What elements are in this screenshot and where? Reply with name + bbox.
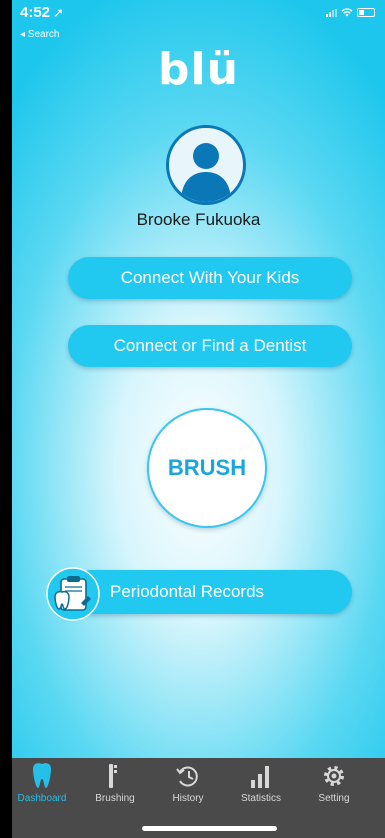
app-screen: 4:52 ➚ ◂ Search blü Brooke Fukuoka Connec… xyxy=(12,0,385,838)
status-time-text: 4:52 xyxy=(20,4,51,21)
tab-label: Statistics xyxy=(240,793,281,804)
user-name: Brooke Fukuoka xyxy=(136,210,261,229)
location-arrow-icon: ➚ xyxy=(53,5,64,20)
connect-dentist-button[interactable]: Connect or Find a Dentist xyxy=(68,325,352,367)
avatar[interactable] xyxy=(166,125,246,205)
brush-button[interactable]: BRUSH xyxy=(147,408,267,528)
tab-history[interactable]: History xyxy=(152,762,224,812)
tab-brushing[interactable]: Brushing xyxy=(79,762,151,812)
app-logo: blü xyxy=(158,44,239,95)
wifi-icon xyxy=(341,8,353,17)
tab-setting[interactable]: Setting xyxy=(298,762,370,812)
history-icon xyxy=(176,766,198,787)
status-icons xyxy=(326,8,375,17)
tab-statistics[interactable]: Statistics xyxy=(225,762,297,812)
cellular-signal-icon xyxy=(326,8,337,17)
dental-records-icon xyxy=(46,567,100,621)
tab-label: History xyxy=(172,793,204,804)
battery-icon xyxy=(357,8,375,17)
tab-dashboard[interactable]: Dashboard xyxy=(12,762,78,812)
toothbrush-icon xyxy=(109,764,117,788)
tab-label: Brushing xyxy=(95,793,135,804)
connect-kids-button[interactable]: Connect With Your Kids xyxy=(68,257,352,299)
home-indicator[interactable] xyxy=(142,826,277,831)
tooth-icon xyxy=(33,763,51,788)
user-silhouette-icon xyxy=(181,143,231,202)
periodontal-records-label: Periodontal Records xyxy=(110,582,265,601)
bar-chart-icon xyxy=(251,766,269,788)
periodontal-records-button[interactable]: Periodontal Records xyxy=(70,570,352,614)
status-time: 4:52 ➚ xyxy=(20,4,64,21)
tab-label: Setting xyxy=(318,793,350,804)
gear-icon xyxy=(324,766,344,786)
status-bar: 4:52 ➚ ◂ Search xyxy=(12,0,385,50)
back-to-search-link[interactable]: ◂ Search xyxy=(20,29,59,40)
tab-label: Dashboard xyxy=(17,793,67,804)
